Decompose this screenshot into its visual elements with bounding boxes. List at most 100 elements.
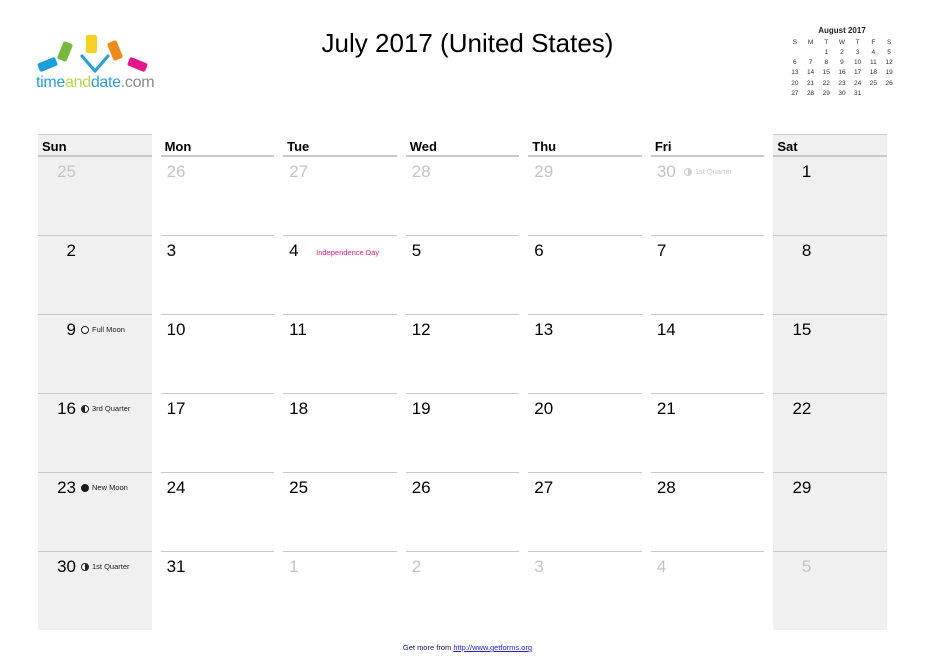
mini-day-cell[interactable]: 31 (850, 89, 866, 99)
calendar-day-cell[interactable]: 9 Full Moon (38, 314, 161, 393)
mini-day-cell[interactable]: 25 (866, 79, 882, 89)
calendar-day-number: 9 (66, 320, 76, 339)
calendar-day-cell[interactable]: 4 (650, 551, 774, 630)
weekday-header-label: Tue (287, 139, 310, 154)
calendar-day-cell[interactable]: 1 (283, 551, 406, 630)
calendar-day-cell[interactable]: 5 (773, 551, 896, 630)
calendar-day-cell[interactable]: 19 (405, 393, 529, 472)
mini-day-cell[interactable]: 9 (834, 58, 850, 68)
calendar-day-header-line: 10 (161, 315, 275, 338)
calendar-day-cell[interactable]: 20 (528, 393, 651, 472)
mini-day-cell-empty (787, 48, 803, 58)
mini-day-cell[interactable]: 15 (818, 68, 834, 78)
mini-day-cell[interactable]: 16 (834, 68, 850, 78)
mini-day-cell[interactable]: 5 (881, 48, 897, 58)
mini-day-cell[interactable]: 8 (818, 58, 834, 68)
calendar-day-cell[interactable]: 26 (405, 472, 529, 551)
mini-day-cell[interactable]: 14 (803, 68, 819, 78)
calendar-day-cell[interactable]: 28 (650, 472, 774, 551)
calendar-day-cell[interactable]: 3 (160, 235, 284, 314)
calendar-day-cell[interactable]: 11 (283, 314, 406, 393)
calendar-day-cell[interactable]: 17 (160, 393, 284, 472)
mini-day-cell[interactable]: 21 (803, 79, 819, 89)
calendar-day-number: 24 (166, 478, 186, 497)
calendar-day-cell[interactable]: 27 (283, 156, 406, 235)
mini-calendar-body: 1 2 3 4 5 6 7 8 9 10 11 12 13 14 15 16 17 18 19 20 21 22 23 24 2… (787, 48, 897, 99)
moon-third-icon (81, 405, 89, 413)
mini-day-cell-empty (881, 89, 897, 99)
calendar-day-cell[interactable]: 3 (528, 551, 651, 630)
mini-day-cell[interactable]: 18 (866, 68, 882, 78)
weekday-header-label: Mon (164, 139, 192, 154)
mini-day-cell[interactable]: 11 (866, 58, 882, 68)
calendar-day-header-line: 14 (651, 315, 765, 338)
calendar-day-cell[interactable]: 29 (528, 156, 651, 235)
calendar-day-cell[interactable]: 4 Independence Day (283, 235, 406, 314)
moon-first-icon (683, 168, 692, 176)
calendar-day-number: 27 (534, 478, 554, 497)
moon-phase-annotation: Full Moon (81, 326, 125, 334)
mini-day-cell[interactable]: 10 (850, 58, 866, 68)
mini-day-cell[interactable]: 13 (787, 68, 803, 78)
mini-day-cell[interactable]: 2 (834, 48, 850, 58)
mini-day-cell[interactable]: 17 (850, 68, 866, 78)
calendar-day-cell[interactable]: 1 (773, 156, 896, 235)
calendar-day-cell[interactable]: 21 (650, 393, 774, 472)
calendar-day-cell[interactable]: 22 (773, 393, 896, 472)
mini-day-cell[interactable]: 1 (818, 48, 834, 58)
calendar-day-number-outside: 27 (289, 162, 309, 181)
calendar-day-cell[interactable]: 30 1st Quarter (38, 551, 161, 630)
calendar-day-cell[interactable]: 14 (650, 314, 774, 393)
calendar-day-cell[interactable]: 26 (160, 156, 284, 235)
calendar-day-cell[interactable]: 5 (405, 235, 529, 314)
mini-day-cell[interactable]: 6 (787, 58, 803, 68)
calendar-day-cell[interactable]: 27 (528, 472, 651, 551)
mini-day-cell[interactable]: 22 (818, 79, 834, 89)
calendar-day-cell[interactable]: 13 (528, 314, 651, 393)
mini-day-cell[interactable]: 30 (834, 89, 850, 99)
mini-day-cell[interactable]: 12 (881, 58, 897, 68)
weekday-header-label: Sun (42, 139, 67, 154)
weekday-header-label: Thu (532, 139, 557, 154)
calendar-day-cell[interactable]: 2 (405, 551, 529, 630)
calendar-day-cell[interactable]: 24 (160, 472, 284, 551)
mini-day-cell[interactable]: 23 (834, 79, 850, 89)
calendar-day-cell[interactable]: 8 (773, 235, 896, 314)
calendar-day-cell[interactable]: 18 (283, 393, 406, 472)
calendar-day-cell[interactable]: 23 New Moon (38, 472, 161, 551)
footer-link[interactable]: http://www.getforms.org (453, 643, 532, 652)
logo-word-time: time (36, 74, 66, 91)
mini-day-cell[interactable]: 7 (803, 58, 819, 68)
calendar-day-cell[interactable]: 12 (405, 314, 529, 393)
calendar-day-cell[interactable]: 10 (160, 314, 284, 393)
calendar-day-cell[interactable]: 16 3rd Quarter (38, 393, 161, 472)
mini-day-cell[interactable]: 28 (803, 89, 819, 99)
mini-day-cell[interactable]: 19 (881, 68, 897, 78)
calendar-day-inner: 13 (528, 314, 642, 393)
mini-week-row: 27 28 29 30 31 (787, 89, 897, 99)
calendar-day-cell[interactable]: 31 (160, 551, 284, 630)
mini-day-cell[interactable]: 26 (881, 79, 897, 89)
mini-day-cell[interactable]: 3 (850, 48, 866, 58)
calendar-day-cell[interactable]: 15 (773, 314, 896, 393)
mini-week-row: 20 21 22 23 24 25 26 (787, 79, 897, 89)
calendar-day-cell[interactable]: 2 (38, 235, 161, 314)
calendar-day-inner: 10 (160, 314, 275, 393)
calendar-weekday-header-wed: Wed (405, 134, 529, 156)
mini-day-cell[interactable]: 4 (866, 48, 882, 58)
calendar-day-cell[interactable]: 28 (405, 156, 529, 235)
mini-day-cell[interactable]: 29 (818, 89, 834, 99)
mini-day-cell[interactable]: 20 (787, 79, 803, 89)
calendar-day-number-outside: 4 (656, 557, 667, 576)
mini-day-cell[interactable]: 24 (850, 79, 866, 89)
calendar-day-number: 4 (289, 241, 299, 260)
calendar-day-cell[interactable]: 7 (650, 235, 774, 314)
calendar-day-cell[interactable]: 6 (528, 235, 651, 314)
calendar-day-inner: 4 (650, 551, 765, 630)
calendar-day-cell[interactable]: 25 (38, 156, 161, 235)
calendar-day-cell[interactable]: 30 1st Quarter (650, 156, 774, 235)
calendar-day-cell[interactable]: 29 (773, 472, 896, 551)
mini-day-cell[interactable]: 27 (787, 89, 803, 99)
calendar-day-inner: 18 (283, 393, 397, 472)
calendar-day-cell[interactable]: 25 (283, 472, 406, 551)
